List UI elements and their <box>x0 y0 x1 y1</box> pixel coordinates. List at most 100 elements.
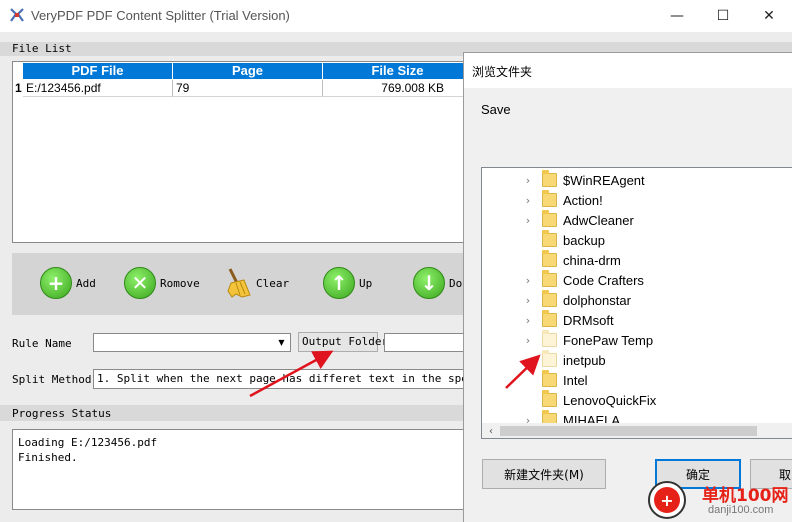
folder-icon <box>542 210 557 227</box>
split-method-label: Split Method <box>12 373 92 386</box>
rule-name-label: Rule Name <box>12 337 72 350</box>
folder-name: inetpub <box>563 352 606 368</box>
chevron-right-icon[interactable]: › <box>523 214 533 227</box>
folder-name: Code Crafters <box>563 272 644 288</box>
tree-item[interactable]: › DRMsoft <box>482 310 782 330</box>
scroll-left-icon[interactable]: ‹ <box>484 424 498 438</box>
remove-button[interactable]: ✕ Romove <box>124 267 200 299</box>
arrow-up-icon: ↑ <box>323 267 355 299</box>
folder-tree[interactable]: › $WinREAgent › Action! › AdwCleaner bac… <box>481 167 792 439</box>
folder-name: Action! <box>563 192 603 208</box>
watermark-icon: + <box>648 481 686 519</box>
chevron-right-icon[interactable]: › <box>523 174 533 187</box>
folder-name: $WinREAgent <box>563 172 645 188</box>
minimize-button[interactable]: — <box>654 0 700 32</box>
split-method-value: 1. Split when the next page has differet… <box>97 372 472 385</box>
folder-icon <box>542 330 557 347</box>
folder-name: backup <box>563 232 605 248</box>
up-button[interactable]: ↑ Up <box>323 267 372 299</box>
arrow-down-icon: ↓ <box>413 267 445 299</box>
app-icon <box>10 8 24 22</box>
progress-line: Loading E:/123456.pdf <box>18 436 158 449</box>
folder-name: china-drm <box>563 252 621 268</box>
folder-icon <box>542 390 557 407</box>
folder-icon <box>542 230 557 247</box>
close-button[interactable]: ✕ <box>746 0 792 32</box>
dialog-title-bar: 浏览文件夹 <box>464 53 792 88</box>
folder-icon <box>542 290 557 307</box>
row-index: 1 <box>15 81 22 95</box>
folder-name: dolphonstar <box>563 292 631 308</box>
chevron-down-icon: ▼ <box>278 338 285 347</box>
tree-item[interactable]: › dolphonstar <box>482 290 782 310</box>
dialog-description: Save <box>481 102 511 117</box>
tree-item[interactable]: Intel <box>482 370 782 390</box>
column-header-pdf-file[interactable]: PDF File <box>23 63 173 79</box>
folder-name: LenovoQuickFix <box>563 392 657 408</box>
folder-icon <box>542 170 557 187</box>
file-list-header: PDF File Page File Size <box>23 63 483 79</box>
chevron-right-icon[interactable]: › <box>523 334 533 347</box>
chevron-right-icon[interactable]: › <box>523 294 533 307</box>
chevron-right-icon[interactable]: › <box>523 194 533 207</box>
progress-status-label: Progress Status <box>12 407 112 420</box>
folder-icon <box>542 350 557 367</box>
folder-icon <box>542 250 557 267</box>
file-list-label: File List <box>12 42 72 55</box>
folder-icon <box>542 270 557 287</box>
tree-item[interactable]: › inetpub <box>482 350 782 370</box>
tree-item[interactable]: china-drm <box>482 250 782 270</box>
up-label: Up <box>359 276 373 290</box>
clear-button[interactable]: Clear <box>222 267 289 299</box>
down-button[interactable]: ↓ Dov <box>413 267 469 299</box>
new-folder-button[interactable]: 新建文件夹(M) <box>482 459 606 489</box>
broom-icon <box>227 268 251 298</box>
window-title: VeryPDF PDF Content Splitter (Trial Vers… <box>31 8 290 23</box>
folder-name: DRMsoft <box>563 312 614 328</box>
folder-icon <box>542 370 557 387</box>
split-method-field[interactable]: 1. Split when the next page has differet… <box>93 369 473 389</box>
output-folder-input[interactable] <box>384 333 469 352</box>
folder-name: FonePaw Temp <box>563 332 654 348</box>
folder-name: Intel <box>563 372 588 388</box>
cell-size: 769.008 KB <box>323 80 473 97</box>
add-label: Add <box>76 276 96 290</box>
remove-label: Romove <box>160 276 200 290</box>
table-row[interactable]: 1 E:/123456.pdf 79 769.008 KB <box>14 80 484 97</box>
column-header-page[interactable]: Page <box>173 63 323 79</box>
scrollbar-thumb[interactable] <box>500 426 757 436</box>
x-icon: ✕ <box>124 267 156 299</box>
output-folder-button[interactable]: Output Folder <box>298 332 388 352</box>
folder-icon <box>542 190 557 207</box>
tree-item[interactable]: › Code Crafters <box>482 270 782 290</box>
cell-file: E:/123456.pdf <box>23 80 173 97</box>
watermark-url: danji100.com <box>708 504 774 516</box>
clear-label: Clear <box>256 276 290 290</box>
chevron-right-icon[interactable]: › <box>523 274 533 287</box>
watermark-title: 单机100网 <box>702 486 789 506</box>
progress-log: Loading E:/123456.pdf Finished. <box>12 429 477 510</box>
tree-item[interactable]: › AdwCleaner <box>482 210 782 230</box>
column-header-file-size[interactable]: File Size <box>323 63 473 79</box>
folder-name: AdwCleaner <box>563 212 634 228</box>
tree-item[interactable]: backup <box>482 230 782 250</box>
chevron-right-icon[interactable]: › <box>523 314 533 327</box>
tree-item[interactable]: › FonePaw Temp <box>482 330 782 350</box>
title-bar: VeryPDF PDF Content Splitter (Trial Vers… <box>0 0 792 32</box>
maximize-button[interactable]: ☐ <box>700 0 746 32</box>
watermark-logo: + 单机100网 danji100.com <box>646 479 792 522</box>
tree-item[interactable]: › Action! <box>482 190 782 210</box>
horizontal-scrollbar[interactable]: ‹ <box>482 423 792 438</box>
rule-name-dropdown[interactable]: ▼ <box>93 333 291 352</box>
toolbar: + Add ✕ Romove Clear ↑ Up ↓ Dov <box>12 253 477 315</box>
add-button[interactable]: + Add <box>40 267 96 299</box>
tree-item[interactable]: › $WinREAgent <box>482 170 782 190</box>
tree-item[interactable]: LenovoQuickFix <box>482 390 782 410</box>
chevron-right-icon[interactable]: › <box>523 354 533 367</box>
progress-line: Finished. <box>18 451 78 464</box>
browse-folder-dialog: 浏览文件夹 Save › $WinREAgent › Action! › Adw… <box>463 52 792 522</box>
dialog-title: 浏览文件夹 <box>472 65 533 79</box>
cell-page: 79 <box>173 80 323 97</box>
file-list-table[interactable]: PDF File Page File Size 1 E:/123456.pdf … <box>12 61 483 243</box>
plus-icon: + <box>40 267 72 299</box>
